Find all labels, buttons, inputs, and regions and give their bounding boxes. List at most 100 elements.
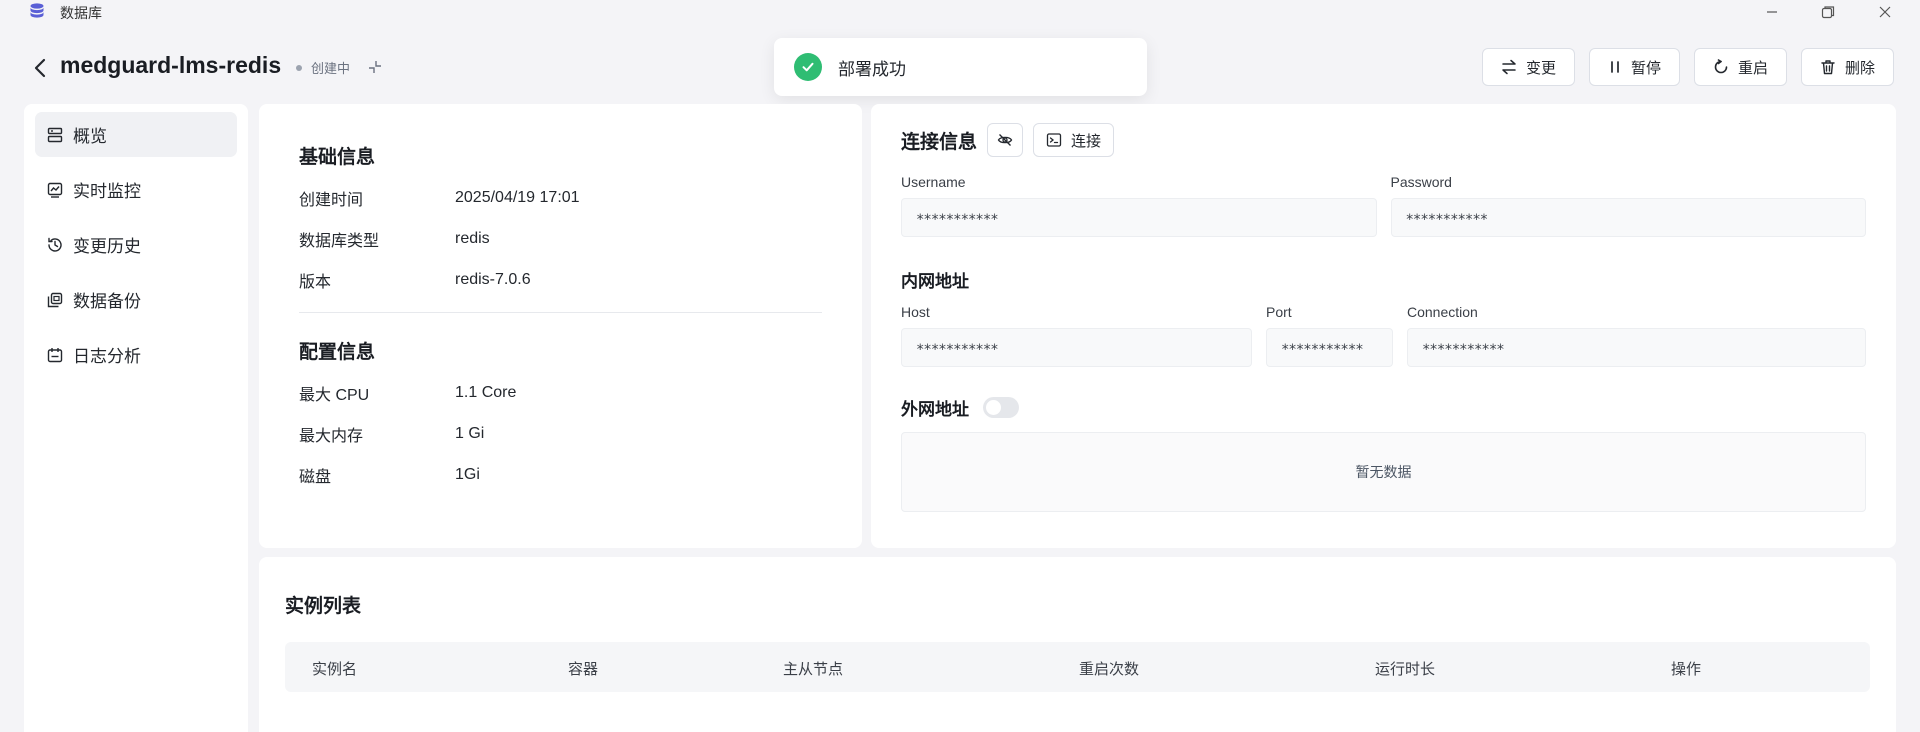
info-key: 创建时间: [299, 191, 364, 209]
overview-icon: [47, 127, 63, 142]
config-row: 最大内存 1 Gi: [299, 413, 822, 454]
sidebar-item-overview[interactable]: 概览: [35, 112, 237, 157]
page-title: medguard-lms-redis: [60, 52, 282, 78]
restart-button[interactable]: 重启: [1693, 48, 1787, 86]
config-value: 1 Gi: [455, 424, 485, 442]
column-header[interactable]: 主从节点: [783, 658, 843, 679]
config-value: 1.1 Core: [455, 383, 517, 401]
empty-state: 暂无数据: [901, 432, 1866, 512]
status-dot: [296, 64, 302, 71]
connect-button[interactable]: 连接: [1033, 123, 1115, 157]
info-row: 数据库类型 redis: [299, 218, 822, 259]
port-field[interactable]: ***********: [1266, 328, 1393, 367]
database-icon: [30, 3, 44, 18]
close-icon: [1879, 6, 1891, 18]
external-address-toggle[interactable]: [983, 397, 1019, 418]
shrink-icon[interactable]: [366, 58, 384, 76]
toast-message: 部署成功: [838, 59, 906, 79]
pause-label: 暂停: [1630, 59, 1661, 77]
toggle-visibility-button[interactable]: [987, 123, 1024, 157]
connect-label: 连接: [1071, 132, 1102, 150]
empty-state-text: 暂无数据: [1355, 464, 1412, 480]
instance-list-title: 实例列表: [285, 596, 362, 617]
external-address-title: 外网地址: [901, 400, 969, 419]
password-label: Password: [1390, 174, 1452, 190]
success-toast: 部署成功: [774, 38, 1147, 96]
action-toolbar: 变更 暂停 重启 删除: [1481, 48, 1894, 86]
instance-list-card: 实例列表 实例名 容器 主从节点 重启次数 运行时长 操作: [259, 557, 1896, 732]
history-icon: [48, 237, 62, 252]
back-button[interactable]: [30, 54, 50, 82]
sidebar-item-label: 实时监控: [73, 182, 141, 201]
backup-icon: [47, 292, 63, 307]
connection-field[interactable]: ***********: [1407, 328, 1866, 367]
close-button[interactable]: [1865, 0, 1905, 24]
config-value: 1Gi: [455, 465, 480, 483]
monitor-icon: [47, 182, 63, 198]
connection-field-group: Connection ***********: [1407, 304, 1866, 367]
window-titlebar: 数据库: [0, 0, 1920, 24]
config-info-title: 配置信息: [299, 342, 376, 363]
restore-button[interactable]: [1808, 0, 1848, 24]
terminal-icon: [1046, 133, 1062, 147]
password-field[interactable]: ***********: [1390, 198, 1866, 237]
basic-info-title: 基础信息: [299, 147, 376, 168]
config-key: 最大内存: [299, 427, 364, 445]
column-header[interactable]: 运行时长: [1375, 658, 1435, 679]
sidebar-item-log[interactable]: 日志分析: [35, 332, 237, 377]
log-icon: [47, 347, 63, 362]
basic-info-card: 基础信息 创建时间 2025/04/19 17:01 数据库类型 redis 版…: [259, 104, 862, 548]
check-circle-icon: [794, 53, 822, 81]
username-label: Username: [901, 174, 966, 190]
external-address-header: 外网地址: [901, 395, 1866, 420]
config-key: 磁盘: [299, 468, 332, 486]
username-field-group: Username ***********: [901, 174, 1377, 237]
username-field[interactable]: ***********: [901, 198, 1377, 237]
connection-info-card: 连接信息 连接 Username *********** Password **…: [871, 104, 1896, 548]
sidebar-item-label: 数据备份: [73, 292, 141, 311]
sidebar-item-history[interactable]: 变更历史: [35, 222, 237, 267]
sidebar-item-monitor[interactable]: 实时监控: [35, 167, 237, 212]
config-row: 磁盘 1Gi: [299, 454, 822, 495]
port-field-group: Port ***********: [1266, 304, 1393, 367]
toggle-knob: [986, 400, 1001, 415]
minimize-button[interactable]: [1752, 0, 1792, 24]
connection-title: 连接信息: [901, 131, 978, 153]
column-header[interactable]: 操作: [1671, 658, 1701, 679]
config-key: 最大 CPU: [299, 386, 370, 404]
info-value: redis-7.0.6: [455, 270, 531, 288]
pause-icon: [1611, 61, 1619, 73]
minimize-icon: [1767, 11, 1777, 13]
status-badge: 创建中: [296, 58, 350, 77]
status-text: 创建中: [311, 61, 351, 76]
column-header[interactable]: 实例名: [312, 658, 357, 679]
info-value: 2025/04/19 17:01: [455, 188, 580, 206]
eye-off-icon: [997, 134, 1013, 146]
app-name: 数据库: [60, 5, 102, 21]
column-header[interactable]: 重启次数: [1079, 658, 1139, 679]
trash-icon: [1821, 60, 1835, 75]
sidebar-item-label: 变更历史: [73, 237, 141, 256]
chevron-left-icon: [34, 58, 46, 78]
delete-label: 删除: [1844, 59, 1875, 77]
config-row: 最大 CPU 1.1 Core: [299, 372, 822, 413]
sidebar-item-backup[interactable]: 数据备份: [35, 277, 237, 322]
change-button[interactable]: 变更: [1481, 48, 1575, 86]
internal-address-title: 内网地址: [901, 272, 969, 291]
info-key: 数据库类型: [299, 232, 380, 250]
pause-button[interactable]: 暂停: [1588, 48, 1680, 86]
sidebar-item-label: 日志分析: [73, 347, 141, 366]
connection-header: 连接信息 连接: [901, 122, 1866, 158]
port-label: Port: [1266, 304, 1292, 320]
host-label: Host: [901, 304, 930, 320]
sidebar: 概览 实时监控 变更历史 数据备份 日志分析: [24, 104, 248, 732]
connection-label: Connection: [1407, 304, 1478, 320]
delete-button[interactable]: 删除: [1800, 48, 1894, 86]
swap-icon: [1502, 59, 1516, 75]
info-row: 创建时间 2025/04/19 17:01: [299, 177, 822, 218]
restart-icon: [1714, 59, 1728, 74]
host-field[interactable]: ***********: [901, 328, 1252, 367]
column-header[interactable]: 容器: [568, 658, 598, 679]
password-field-group: Password ***********: [1390, 174, 1866, 237]
restart-label: 重启: [1737, 59, 1768, 77]
